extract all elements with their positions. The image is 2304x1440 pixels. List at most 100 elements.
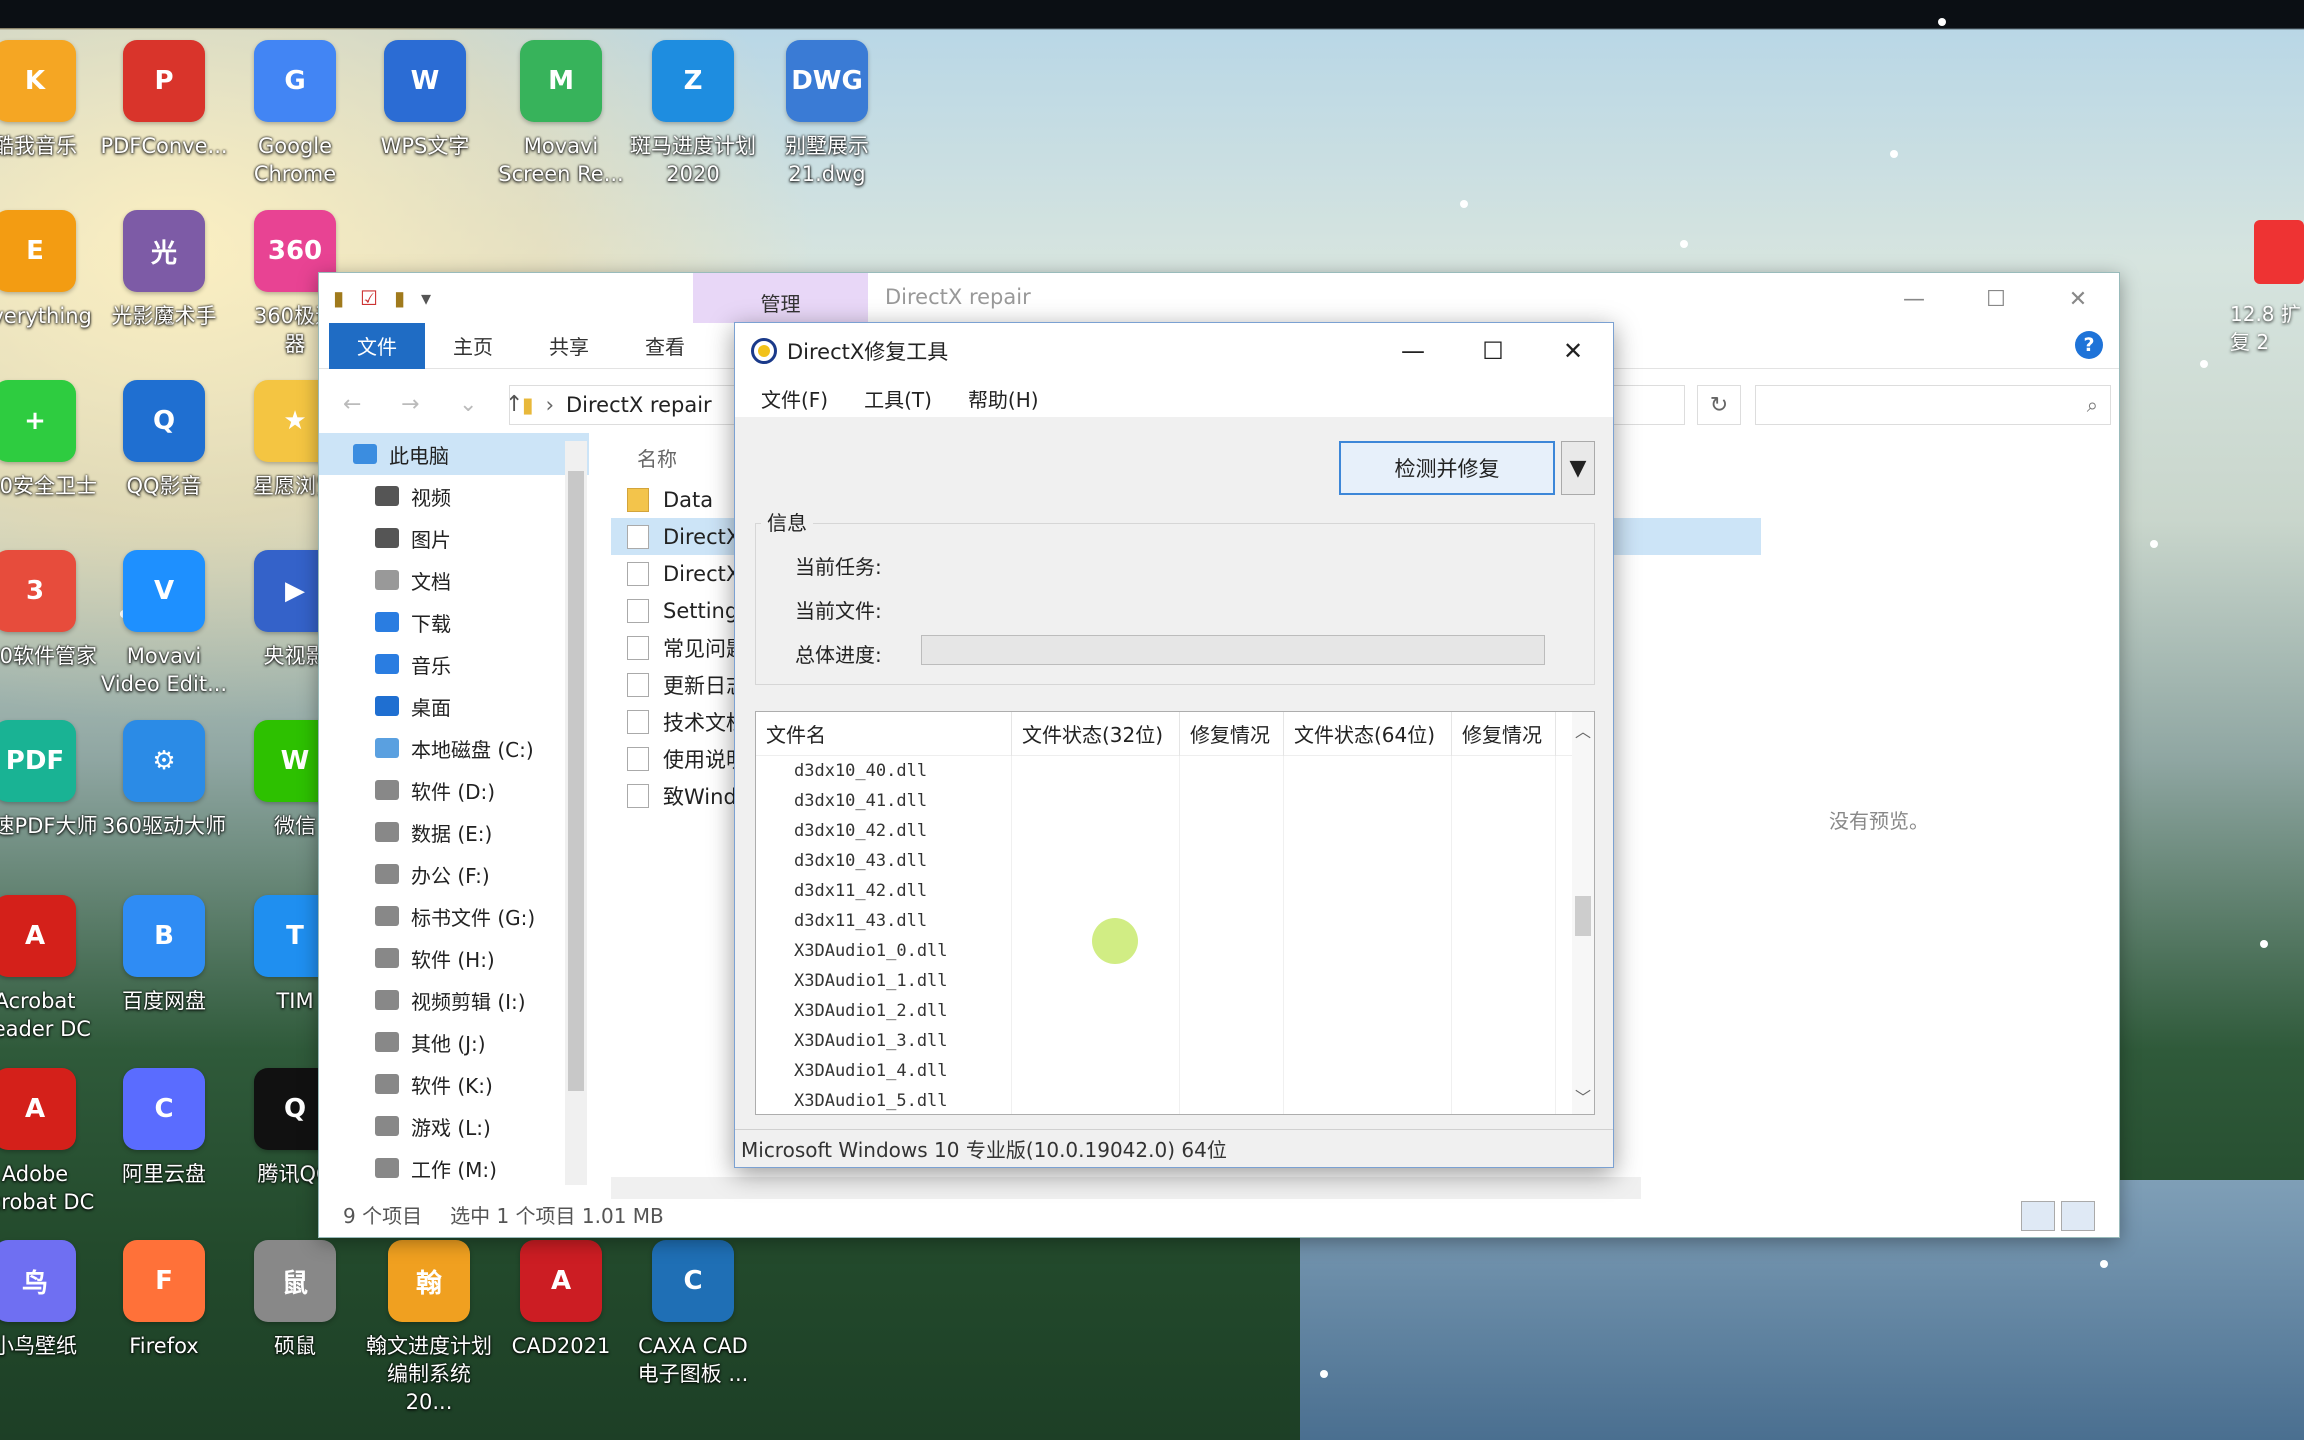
table-row[interactable]: X3DAudio1_3.dll (756, 1026, 1594, 1056)
properties-icon[interactable]: ☑ (360, 286, 378, 310)
desktop-icon[interactable]: DWG 别墅展示 21.dwg (762, 40, 892, 188)
refresh-icon[interactable]: ↻ (1697, 385, 1741, 425)
forward-arrow-icon[interactable]: → (401, 392, 435, 417)
table-row[interactable]: d3dx10_42.dll (756, 816, 1594, 846)
menu-help[interactable]: 帮助(H) (968, 384, 1039, 413)
nav-item[interactable]: 数据 (E:) (319, 811, 589, 853)
table-row[interactable]: X3DAudio1_5.dll (756, 1086, 1594, 1114)
desktop-shortcut-icon[interactable] (2254, 220, 2304, 284)
menu-file[interactable]: 文件(F) (761, 384, 828, 413)
desktop-icon[interactable]: Z 斑马进度计划 2020 (628, 40, 758, 188)
column-status-64[interactable]: 文件状态(64位) (1284, 712, 1452, 756)
desktop-icon[interactable]: F Firefox (99, 1240, 229, 1360)
large-icons-view-icon[interactable] (2061, 1201, 2095, 1231)
tab-file[interactable]: 文件 (329, 322, 425, 369)
horizontal-scrollbar[interactable] (611, 1177, 1641, 1199)
nav-item[interactable]: 视频剪辑 (I:) (319, 979, 589, 1021)
desktop-icon[interactable]: P PDFConve... (99, 40, 229, 160)
table-row[interactable]: d3dx10_43.dll (756, 846, 1594, 876)
scroll-down-icon[interactable]: ﹀ (1572, 1084, 1594, 1108)
table-row[interactable]: X3DAudio1_0.dll (756, 936, 1594, 966)
tab-view[interactable]: 查看 (617, 323, 713, 369)
desktop-icon[interactable]: A CAD2021 (496, 1240, 626, 1360)
desktop-icon[interactable]: G Google Chrome (230, 40, 360, 188)
desktop-icon[interactable]: PDF 极速PDF大师 (0, 720, 100, 840)
tab-share[interactable]: 共享 (521, 323, 617, 369)
scroll-thumb[interactable] (1575, 896, 1591, 936)
desktop-icon[interactable]: K 酷我音乐 (0, 40, 100, 160)
customize-chevron-icon[interactable]: ▾ (421, 286, 431, 310)
nav-item[interactable]: 软件 (K:) (319, 1063, 589, 1105)
search-input[interactable]: ⌕ (1755, 385, 2111, 425)
desktop-icon[interactable]: 鸟小鸟壁纸 (0, 1240, 100, 1360)
tab-manage[interactable]: 管理 (693, 273, 868, 323)
nav-item[interactable]: 游戏 (L:) (319, 1105, 589, 1147)
nav-item[interactable]: 下载 (319, 601, 589, 643)
nav-item[interactable]: 文档 (319, 559, 589, 601)
nav-item[interactable]: 此电脑 (319, 433, 589, 475)
dll-filename: X3DAudio1_3.dll (756, 1026, 1012, 1056)
desktop-icon[interactable]: 光光影魔术手 (99, 210, 229, 330)
desktop-icon[interactable]: M Movavi Screen Re... (496, 40, 626, 188)
table-row[interactable]: X3DAudio1_4.dll (756, 1056, 1594, 1086)
desktop-icon[interactable]: B 百度网盘 (99, 895, 229, 1015)
breadcrumb[interactable]: DirectX repair (566, 393, 712, 417)
address-dropdown[interactable] (1609, 385, 1685, 425)
maximize-icon[interactable]: ☐ (1453, 331, 1533, 371)
table-row[interactable]: d3dx11_42.dll (756, 876, 1594, 906)
desktop-icon[interactable]: C CAXA CAD 电子图板 ... (628, 1240, 758, 1388)
desktop-icon[interactable]: W WPS文字 (360, 40, 490, 160)
back-arrow-icon[interactable]: ← (343, 392, 377, 417)
desktop-icon[interactable]: E Everything (0, 210, 100, 330)
close-icon[interactable]: ✕ (2037, 279, 2119, 319)
details-view-icon[interactable] (2021, 1201, 2055, 1231)
table-row[interactable]: d3dx11_43.dll (756, 906, 1594, 936)
repair-options-dropdown[interactable]: ▼ (1561, 441, 1595, 495)
desktop-icon[interactable]: V Movavi Video Edit... (99, 550, 229, 698)
nav-item[interactable]: 图片 (319, 517, 589, 559)
nav-item[interactable]: 其他 (J:) (319, 1021, 589, 1063)
table-row[interactable]: d3dx10_40.dll (756, 756, 1594, 786)
nav-item[interactable]: 音乐 (319, 643, 589, 685)
new-folder-icon[interactable]: ▮ (394, 286, 405, 310)
tab-home[interactable]: 主页 (425, 323, 521, 369)
recent-chevron-icon[interactable]: ⌄ (459, 392, 481, 417)
desktop-icon[interactable]: Q QQ影音 (99, 380, 229, 500)
table-row[interactable]: d3dx10_41.dll (756, 786, 1594, 816)
table-row[interactable]: X3DAudio1_2.dll (756, 996, 1594, 1026)
desktop-icon[interactable]: A Adobe Acrobat DC (0, 1068, 100, 1216)
table-row[interactable]: X3DAudio1_1.dll (756, 966, 1594, 996)
detect-and-repair-button[interactable]: 检测并修复 (1339, 441, 1555, 495)
close-icon[interactable]: ✕ (1533, 331, 1613, 371)
column-repair-64[interactable]: 修复情况 (1452, 712, 1556, 756)
nav-item[interactable]: 工作 (M:) (319, 1147, 589, 1185)
nav-item[interactable]: 办公 (F:) (319, 853, 589, 895)
nav-item[interactable]: 软件 (H:) (319, 937, 589, 979)
scroll-up-icon[interactable]: ︿ (1572, 718, 1594, 742)
nav-item[interactable]: 软件 (D:) (319, 769, 589, 811)
nav-item[interactable]: 本地磁盘 (C:) (319, 727, 589, 769)
desktop-icon[interactable]: +360安全卫士 (0, 380, 100, 500)
desktop-icon[interactable]: A Acrobat Reader DC (0, 895, 100, 1043)
column-filename[interactable]: 文件名 (756, 712, 1012, 756)
minimize-icon[interactable]: — (1873, 279, 1955, 319)
desktop-icon[interactable]: ⚙ 360驱动大师 (99, 720, 229, 840)
nav-item[interactable]: 标书文件 (G:) (319, 895, 589, 937)
table-scrollbar[interactable]: ︿ ﹀ (1572, 712, 1594, 1114)
desktop-icon[interactable]: 翰翰文进度计划 编制系统20... (364, 1240, 494, 1416)
column-repair-32[interactable]: 修复情况 (1180, 712, 1284, 756)
navigation-scrollbar[interactable] (565, 441, 587, 1185)
nav-item-label: 本地磁盘 (C:) (411, 737, 534, 762)
desktop-icon[interactable]: 3 360软件管家 (0, 550, 100, 670)
column-status-32[interactable]: 文件状态(32位) (1012, 712, 1180, 756)
nav-item[interactable]: 桌面 (319, 685, 589, 727)
view-toggle (2021, 1201, 2095, 1231)
minimize-icon[interactable]: — (1373, 331, 1453, 371)
nav-item[interactable]: 视频 (319, 475, 589, 517)
folder-icon[interactable]: ▮ (333, 286, 344, 310)
desktop-icon[interactable]: C 阿里云盘 (99, 1068, 229, 1188)
maximize-icon[interactable]: ☐ (1955, 279, 2037, 319)
desktop-icon[interactable]: 鼠硕鼠 (230, 1240, 360, 1360)
menu-tools[interactable]: 工具(T) (864, 384, 932, 413)
help-icon[interactable]: ? (2075, 331, 2103, 359)
